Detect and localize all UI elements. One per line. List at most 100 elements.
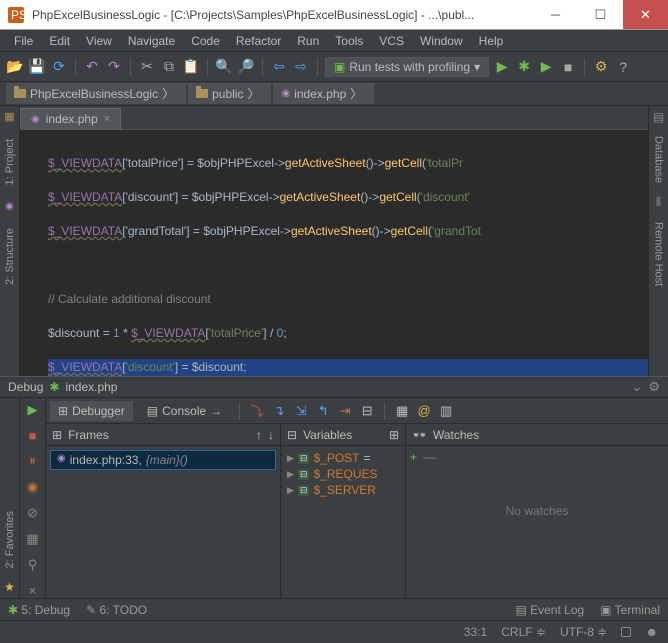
view-breakpoints-icon[interactable]: ◉ (25, 479, 41, 495)
line-separator[interactable]: CRLF ≑ (501, 625, 546, 639)
replace-icon[interactable]: 🔎 (237, 58, 255, 76)
debug-icon[interactable]: ✱ (515, 58, 533, 76)
remote-icon[interactable]: ⦀ (656, 195, 661, 210)
menu-bar: File Edit View Navigate Code Refactor Ru… (0, 30, 668, 52)
close-button[interactable]: ✕ (623, 0, 668, 29)
tool-debug[interactable]: ✱ 5: Debug (8, 603, 70, 617)
tab-close-icon[interactable]: × (104, 113, 110, 125)
menu-tools[interactable]: Tools (327, 32, 371, 50)
left-tool-gutter: ▦ 1: Project ◉ 2: Structure (0, 106, 20, 376)
minimize-button[interactable]: ─ (533, 0, 578, 29)
settings2-icon[interactable]: ▥ (438, 403, 454, 419)
tool-remote[interactable]: Remote Host (653, 222, 665, 286)
console-tab[interactable]: ▤Console→ (139, 401, 230, 421)
frames-title: Frames (68, 428, 109, 442)
next-frame-icon[interactable]: ↓ (268, 428, 274, 442)
cursor-position[interactable]: 33:1 (464, 625, 487, 639)
stop-icon[interactable]: ■ (559, 58, 577, 76)
maximize-button[interactable]: ☐ (578, 0, 623, 29)
lock-icon[interactable] (621, 627, 631, 637)
coverage-icon[interactable]: ▶ (537, 58, 555, 76)
mute-breakpoints-icon[interactable]: ⊘ (25, 505, 41, 521)
run-config-selector[interactable]: ▣Run tests with profiling▾ (325, 57, 489, 77)
icon-small[interactable]: ▦ (4, 110, 14, 123)
menu-run[interactable]: Run (289, 32, 327, 50)
cut-icon[interactable]: ✂ (138, 58, 156, 76)
panel-minimize-icon[interactable]: ⌄ (631, 379, 642, 395)
redo-icon[interactable]: ↷ (105, 58, 123, 76)
help-icon[interactable]: ? (614, 58, 632, 76)
breadcrumb-project[interactable]: PhpExcelBusinessLogic〉 (6, 83, 186, 104)
remove-watch-icon[interactable]: — (424, 450, 436, 464)
step-over-icon[interactable]: ⤵ (249, 403, 265, 419)
menu-help[interactable]: Help (471, 32, 512, 50)
menu-refactor[interactable]: Refactor (228, 32, 289, 50)
inspector-icon[interactable]: ☻ (645, 625, 658, 639)
menu-view[interactable]: View (78, 32, 120, 50)
paste-icon[interactable]: 📋 (182, 58, 200, 76)
variables-title: Variables (303, 428, 352, 442)
menu-window[interactable]: Window (412, 32, 471, 50)
forward-icon[interactable]: ⇨ (292, 58, 310, 76)
menu-vcs[interactable]: VCS (371, 32, 412, 50)
tool-database[interactable]: Database (653, 136, 665, 183)
add-watch-icon[interactable]: + (410, 450, 417, 464)
evaluate-icon[interactable]: ⊟ (359, 403, 375, 419)
close-debug-icon[interactable]: × (25, 583, 41, 598)
step-out-icon[interactable]: ↰ (315, 403, 331, 419)
app-icon: PS (6, 5, 26, 25)
tool-terminal[interactable]: ▣ Terminal (600, 603, 660, 617)
run-icon[interactable]: ▶ (493, 58, 511, 76)
breadcrumb-folder[interactable]: public〉 (188, 83, 271, 104)
force-step-icon[interactable]: ⇲ (293, 403, 309, 419)
debug-side-toolbar: ▶ ■ ⏸ ◉ ⊘ ▦ ⚲ × (20, 398, 46, 598)
main-toolbar: 📂 💾 ⟳ ↶ ↷ ✂ ⧉ 📋 🔍 🔎 ⇦ ⇨ ▣Run tests with … (0, 52, 668, 82)
step-into-icon[interactable]: ↴ (271, 403, 287, 419)
debugger-tab[interactable]: ⊞Debugger (50, 401, 133, 421)
sync-icon[interactable]: ⟳ (50, 58, 68, 76)
tool-project[interactable]: 1: Project (4, 139, 16, 185)
tool-todo[interactable]: ✎ 6: TODO (86, 603, 147, 617)
variable-row[interactable]: ▶⊟$_REQUES (285, 466, 401, 482)
panel-settings-icon[interactable]: ⚙ (648, 379, 660, 395)
save-icon[interactable]: 💾 (28, 58, 46, 76)
debug-title: Debug (8, 380, 43, 394)
pin-icon[interactable]: ⚲ (25, 557, 41, 573)
icon-small[interactable]: ◉ (5, 201, 14, 212)
at-icon[interactable]: @ (416, 403, 432, 419)
encoding[interactable]: UTF-8 ≑ (560, 625, 607, 639)
tool-favorites[interactable]: 2: Favorites (4, 511, 16, 568)
menu-navigate[interactable]: Navigate (120, 32, 183, 50)
star-icon[interactable]: ★ (4, 580, 15, 594)
watches-empty-label: No watches (410, 504, 664, 518)
breadcrumb-file[interactable]: ◉index.php〉 (273, 83, 374, 104)
tool-structure[interactable]: 2: Structure (4, 228, 16, 285)
frame-row[interactable]: ◉index.php:33,{main}() (50, 450, 276, 470)
copy-icon[interactable]: ⧉ (160, 58, 178, 76)
variable-row[interactable]: ▶⊟$_POST = (285, 450, 401, 466)
menu-edit[interactable]: Edit (41, 32, 78, 50)
menu-code[interactable]: Code (183, 32, 228, 50)
rerun-icon[interactable]: ▶ (25, 402, 41, 418)
breadcrumb: PhpExcelBusinessLogic〉 public〉 ◉index.ph… (0, 82, 668, 106)
open-icon[interactable]: 📂 (6, 58, 24, 76)
run-to-cursor-icon[interactable]: ⇥ (337, 403, 353, 419)
variables-pane: ⊟Variables⊞ ▶⊟$_POST = ▶⊟$_REQUES ▶⊟$_SE… (281, 424, 406, 598)
back-icon[interactable]: ⇦ (270, 58, 288, 76)
editor-tab[interactable]: ◉index.php× (20, 108, 121, 129)
editor-tabbar: ◉index.php× (20, 106, 648, 130)
calc-icon[interactable]: ▦ (394, 403, 410, 419)
find-icon[interactable]: 🔍 (215, 58, 233, 76)
right-tool-gutter: ▤ Database ⦀ Remote Host (648, 106, 668, 376)
prev-frame-icon[interactable]: ↑ (256, 428, 262, 442)
database-icon[interactable]: ▤ (653, 110, 664, 124)
variable-row[interactable]: ▶⊟$_SERVER (285, 482, 401, 498)
pause-icon[interactable]: ⏸ (25, 453, 41, 469)
tool-eventlog[interactable]: ▤ Event Log (515, 603, 584, 617)
stop-debug-icon[interactable]: ■ (25, 428, 41, 443)
layout-icon[interactable]: ▦ (25, 531, 41, 547)
settings-icon[interactable]: ⚙ (592, 58, 610, 76)
code-editor[interactable]: $_VIEWDATA['totalPrice'] = $objPHPExcel-… (20, 130, 648, 376)
undo-icon[interactable]: ↶ (83, 58, 101, 76)
menu-file[interactable]: File (6, 32, 41, 50)
